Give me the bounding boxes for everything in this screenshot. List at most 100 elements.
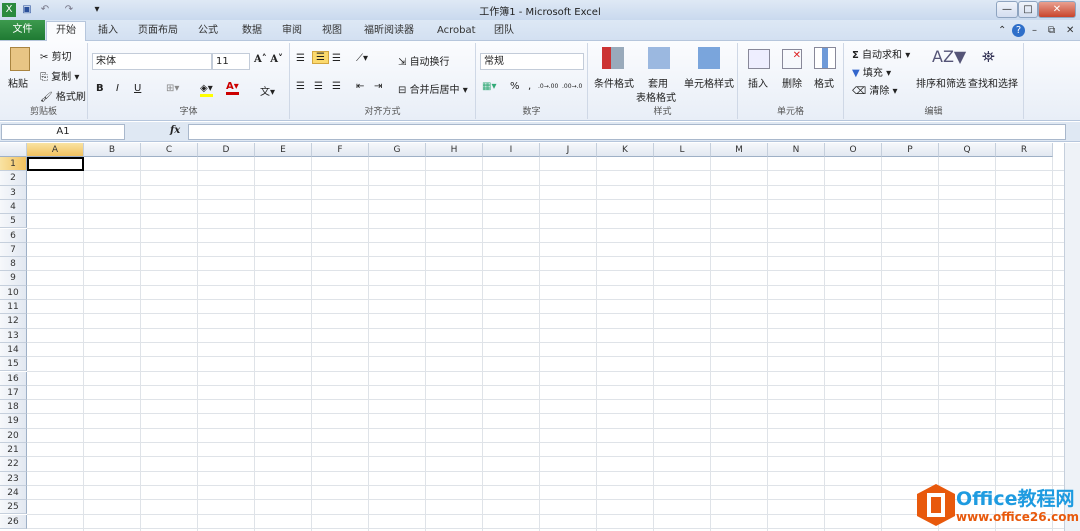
phonetic-icon[interactable]: 文▾ bbox=[260, 83, 275, 98]
ribbon-collapse-icon[interactable]: ⌃ bbox=[998, 22, 1006, 41]
column-header[interactable]: G bbox=[369, 143, 426, 157]
align-left-icon[interactable]: ☰ bbox=[296, 81, 305, 92]
row-header[interactable]: 20 bbox=[0, 428, 27, 443]
paste-button[interactable]: 粘贴 bbox=[8, 75, 28, 90]
underline-button[interactable]: U bbox=[134, 83, 141, 94]
tab-insert[interactable]: 插入 bbox=[98, 22, 118, 41]
column-header[interactable]: P bbox=[882, 143, 939, 157]
close-button[interactable]: ✕ bbox=[1038, 1, 1076, 18]
bold-button[interactable]: B bbox=[96, 83, 104, 94]
row-header[interactable]: 21 bbox=[0, 443, 27, 458]
find-select-button[interactable]: 查找和选择 bbox=[968, 75, 1018, 90]
column-header[interactable]: I bbox=[483, 143, 540, 157]
column-header[interactable]: B bbox=[84, 143, 141, 157]
tab-formulas[interactable]: 公式 bbox=[198, 22, 218, 41]
column-header[interactable]: C bbox=[141, 143, 198, 157]
column-header[interactable]: F bbox=[312, 143, 369, 157]
workbook-minimize-icon[interactable]: – bbox=[1032, 22, 1037, 41]
row-header[interactable]: 23 bbox=[0, 471, 27, 486]
formula-input[interactable] bbox=[188, 124, 1066, 140]
tab-view[interactable]: 视图 bbox=[322, 22, 342, 41]
decrease-indent-icon[interactable]: ⇤ bbox=[356, 81, 364, 92]
grow-font-button[interactable]: A˄ A˅ bbox=[254, 54, 283, 65]
tab-foxit[interactable]: 福昕阅读器 bbox=[364, 22, 414, 41]
cell-styles-button[interactable]: 单元格样式 bbox=[684, 75, 734, 90]
tab-file[interactable]: 文件 bbox=[0, 20, 45, 40]
italic-button[interactable]: I bbox=[116, 83, 119, 94]
row-header[interactable]: 17 bbox=[0, 385, 27, 401]
row-header[interactable]: 8 bbox=[0, 257, 27, 272]
row-header[interactable]: 13 bbox=[0, 328, 27, 343]
row-header[interactable]: 12 bbox=[0, 314, 27, 329]
column-header[interactable]: Q bbox=[939, 143, 996, 157]
align-top-icon[interactable]: ☰ bbox=[296, 53, 305, 64]
column-header[interactable]: O bbox=[825, 143, 882, 157]
number-format-select[interactable]: 常规 bbox=[480, 53, 584, 70]
fill-color-icon[interactable]: ◈▾ bbox=[200, 83, 213, 97]
row-header[interactable]: 24 bbox=[0, 485, 27, 501]
tab-review[interactable]: 审阅 bbox=[282, 22, 302, 41]
align-right-icon[interactable]: ☰ bbox=[332, 81, 341, 92]
help-icon[interactable]: ? bbox=[1012, 24, 1025, 37]
font-color-icon[interactable]: A▾ bbox=[226, 81, 239, 95]
row-header[interactable]: 18 bbox=[0, 400, 27, 415]
spreadsheet-grid[interactable]: A B C D E F G H I J K L M N O P Q R 1 2 3 4 5 6 7 8 9 10 11 12 13 14 15 1… bbox=[0, 143, 1064, 531]
vertical-scrollbar[interactable] bbox=[1064, 143, 1080, 531]
row-header[interactable]: 3 bbox=[0, 185, 27, 200]
cut-button[interactable]: ✂ 剪切 bbox=[40, 48, 72, 63]
borders-icon[interactable]: ⊞▾ bbox=[166, 83, 179, 94]
row-header[interactable]: 1 bbox=[0, 157, 27, 172]
column-header[interactable]: M bbox=[711, 143, 768, 157]
column-header[interactable]: E bbox=[255, 143, 312, 157]
increase-indent-icon[interactable]: ⇥ bbox=[374, 81, 382, 92]
name-box[interactable]: A1 bbox=[1, 124, 125, 140]
row-header[interactable]: 10 bbox=[0, 285, 27, 300]
format-painter-button[interactable]: 🖌 格式刷 bbox=[40, 88, 86, 103]
row-header[interactable]: 26 bbox=[0, 514, 27, 529]
conditional-format-button[interactable]: 条件格式 bbox=[594, 75, 634, 90]
row-header[interactable]: 15 bbox=[0, 357, 27, 372]
merge-center-button[interactable]: ⊟ 合并后居中 ▾ bbox=[398, 81, 468, 96]
align-center-icon[interactable]: ☰ bbox=[314, 81, 323, 92]
tab-home[interactable]: 开始 bbox=[46, 21, 86, 41]
decrease-decimal-button[interactable]: .00→.0 bbox=[562, 83, 582, 90]
clear-button[interactable]: ⌫ 清除 ▾ bbox=[852, 82, 898, 97]
autosum-button[interactable]: Σ 自动求和 ▾ bbox=[852, 46, 910, 61]
wrap-text-button[interactable]: ⇲ 自动换行 bbox=[398, 53, 450, 68]
sort-filter-button[interactable]: 排序和筛选 bbox=[916, 75, 966, 90]
row-header[interactable]: 9 bbox=[0, 271, 27, 286]
align-bottom-icon[interactable]: ☰ bbox=[332, 53, 341, 64]
accounting-format-icon[interactable]: ▦▾ bbox=[482, 81, 496, 92]
increase-decimal-button[interactable]: .0→.00 bbox=[538, 83, 558, 90]
fill-button[interactable]: ▼ 填充 ▾ bbox=[852, 64, 891, 79]
insert-button[interactable]: 插入 bbox=[748, 75, 768, 90]
font-name-select[interactable]: 宋体 bbox=[92, 53, 212, 70]
column-header[interactable]: N bbox=[768, 143, 825, 157]
tab-team[interactable]: 团队 bbox=[494, 22, 514, 41]
row-header[interactable]: 6 bbox=[0, 228, 27, 243]
row-header[interactable]: 22 bbox=[0, 457, 27, 472]
column-header[interactable]: L bbox=[654, 143, 711, 157]
format-button[interactable]: 格式 bbox=[814, 75, 834, 90]
row-header[interactable]: 19 bbox=[0, 414, 27, 429]
workbook-close-icon[interactable]: ✕ bbox=[1066, 22, 1074, 41]
tab-page-layout[interactable]: 页面布局 bbox=[138, 22, 178, 41]
minimize-button[interactable]: — bbox=[996, 1, 1018, 18]
row-header[interactable]: 14 bbox=[0, 342, 27, 358]
row-header[interactable]: 11 bbox=[0, 300, 27, 315]
tab-data[interactable]: 数据 bbox=[242, 22, 262, 41]
select-all-corner[interactable] bbox=[0, 143, 27, 157]
tab-acrobat[interactable]: Acrobat bbox=[437, 22, 476, 41]
column-header[interactable]: H bbox=[426, 143, 483, 157]
font-size-select[interactable]: 11 bbox=[212, 53, 250, 70]
delete-button[interactable]: 删除 bbox=[782, 75, 802, 90]
row-header[interactable]: 5 bbox=[0, 214, 27, 229]
column-header[interactable]: A bbox=[27, 143, 84, 157]
maximize-button[interactable]: □ bbox=[1018, 1, 1038, 18]
copy-button[interactable]: ⎘ 复制 ▾ bbox=[40, 68, 79, 83]
percent-button[interactable]: % bbox=[510, 81, 520, 92]
row-header[interactable]: 7 bbox=[0, 242, 27, 258]
table-format-button[interactable]: 套用 bbox=[648, 75, 668, 90]
active-cell[interactable] bbox=[27, 157, 84, 172]
table-format-label[interactable]: 表格格式 bbox=[636, 89, 676, 104]
